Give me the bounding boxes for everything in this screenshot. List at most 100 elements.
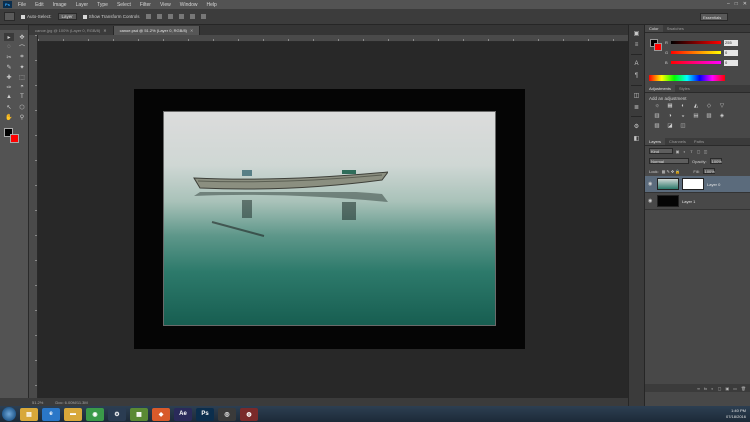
panel-background-swatch[interactable] [654,43,662,51]
adjustment-layer-icon[interactable]: ▢ [718,386,722,391]
menu-layer[interactable]: Layer [76,2,89,8]
curves-icon[interactable]: ◐ [679,102,687,109]
tab-layers[interactable]: Layers [645,138,666,145]
green-slider-track[interactable] [671,51,721,54]
layer-row-0[interactable]: ◉ Layer 0 [645,176,750,193]
brush-tool-icon[interactable]: ✎ [4,63,14,71]
gradient-icon[interactable]: ▽ [718,102,726,109]
color-lookup-icon[interactable]: ◈ [718,112,726,119]
tab-channels[interactable]: Channels [665,138,690,145]
blue-slider[interactable]: B 0 [665,59,747,66]
align-right-icon[interactable] [200,14,206,19]
tab-adjustments[interactable]: Adjustments [645,85,676,92]
tab-canoe-jpg[interactable]: canoe.jpg @ 100% (Layer 0, RGB/8) ✕ [29,26,114,35]
maximize-button[interactable]: □ [735,1,738,7]
align-top-icon[interactable] [145,14,151,19]
auto-select-dropdown[interactable]: Layer [57,13,77,20]
tool-preset-picker[interactable] [4,12,15,21]
menu-file[interactable]: File [18,2,26,8]
eye-icon[interactable]: ◎ [218,407,236,421]
layer-row-1[interactable]: ◉ Layer 1 [645,193,750,210]
properties-panel-icon[interactable]: ≡ [632,41,642,49]
green-slider[interactable]: G 0 [665,49,747,56]
crop-tool-icon[interactable]: ✂ [4,53,14,61]
start-button[interactable] [2,407,16,421]
app-orange-icon[interactable]: ◆ [152,407,170,421]
layer-style-icon[interactable]: fx [704,386,707,391]
filter-adjust-icon[interactable]: ◐ [682,149,687,154]
color-spectrum[interactable] [649,75,725,81]
fill-field[interactable]: 100% [702,168,715,174]
close-button[interactable]: ✕ [743,1,747,7]
delete-layer-icon[interactable]: 🗑 [741,386,746,391]
move-tool-icon[interactable]: ▸ [4,33,14,41]
menu-edit[interactable]: Edit [35,2,44,8]
visibility-eye-icon[interactable]: ◉ [648,181,654,187]
posterize-icon[interactable]: ◪ [666,122,674,129]
layer-name[interactable]: Layer 1 [682,199,695,204]
color-balance-icon[interactable]: ◑ [666,112,674,119]
chrome-icon[interactable]: ◉ [86,407,104,421]
blur-tool-icon[interactable]: ▲ [4,93,14,101]
folder-icon[interactable]: ▬ [64,407,82,421]
recorder-icon[interactable]: ◍ [240,407,258,421]
dodge-tool-icon[interactable]: ◓ [17,83,27,91]
invert-icon[interactable]: ▨ [653,122,661,129]
layer-kind-filter[interactable]: Kind [649,148,673,154]
lock-icons[interactable]: ▦ ✎ ✥ 🔒 [662,169,681,174]
align-bottom-icon[interactable] [167,14,173,19]
shape-tool-icon[interactable]: ⬡ [17,103,27,111]
pen-tool-icon[interactable]: ✑ [4,83,14,91]
align-left-icon[interactable] [178,14,184,19]
blend-mode-dropdown[interactable]: Normal [649,158,689,164]
stamp-tool-icon[interactable]: ✚ [4,73,14,81]
close-tab-icon[interactable]: ✕ [103,28,106,33]
type-tool-icon[interactable]: T [17,93,27,101]
hand-tool-icon[interactable]: ✋ [4,113,14,121]
character-panel-icon[interactable]: A [632,60,642,68]
menu-window[interactable]: Window [180,2,198,8]
layer-name[interactable]: Layer 0 [707,182,720,187]
threshold-icon[interactable]: ◫ [679,122,687,129]
new-group-icon[interactable]: ▣ [725,386,729,391]
filter-pixel-icon[interactable]: ▣ [675,149,680,154]
exposure-icon[interactable]: ◭ [692,102,700,109]
auto-select-checkbox[interactable]: Auto-Select: [21,14,52,19]
after-effects-icon[interactable]: Ae [174,407,192,421]
document-canvas[interactable] [134,89,525,349]
new-layer-icon[interactable]: ▭ [733,386,737,391]
actions-panel-icon[interactable]: ≣ [632,103,642,111]
zoom-tool-icon[interactable]: ⚲ [17,113,27,121]
show-transform-checkbox[interactable]: Show Transform Controls [82,14,140,19]
blue-value-field[interactable]: 0 [724,59,738,66]
menu-help[interactable]: Help [207,2,217,8]
menu-filter[interactable]: Filter [140,2,151,8]
zoom-level[interactable]: 51.2% [32,400,43,405]
vibrance-icon[interactable]: ◇ [705,102,713,109]
workspace-switcher[interactable]: Essentials [700,13,728,21]
brightness-icon[interactable]: ☼ [653,102,661,109]
healing-tool-icon[interactable]: ✦ [17,63,27,71]
ie-icon[interactable]: e [42,407,60,421]
layer-mask-thumbnail[interactable] [682,178,704,190]
menu-view[interactable]: View [160,2,171,8]
black-white-icon[interactable]: ◒ [679,112,687,119]
menu-image[interactable]: Image [53,2,67,8]
menu-type[interactable]: Type [97,2,108,8]
marquee-tool-icon[interactable]: ◌ [4,43,14,51]
tab-color[interactable]: Color [645,25,663,32]
red-slider-track[interactable] [671,41,721,44]
filter-shape-icon[interactable]: ▢ [696,149,701,154]
photoshop-icon[interactable]: Ps [196,407,214,421]
tab-swatches[interactable]: Swatches [663,25,688,32]
history-panel-icon[interactable]: ▣ [632,29,642,37]
filter-smart-icon[interactable]: ◫ [703,149,708,154]
clone-source-icon[interactable]: ◧ [632,134,642,142]
align-center-icon[interactable] [189,14,195,19]
system-tray[interactable]: 1:40 PM 07/18/2016 [726,408,746,420]
green-value-field[interactable]: 0 [724,49,738,56]
link-layers-icon[interactable]: ∞ [697,386,700,391]
paragraph-panel-icon[interactable]: ¶ [632,72,642,80]
minecraft-icon[interactable]: ▦ [130,407,148,421]
red-value-field[interactable]: 255 [724,39,738,46]
